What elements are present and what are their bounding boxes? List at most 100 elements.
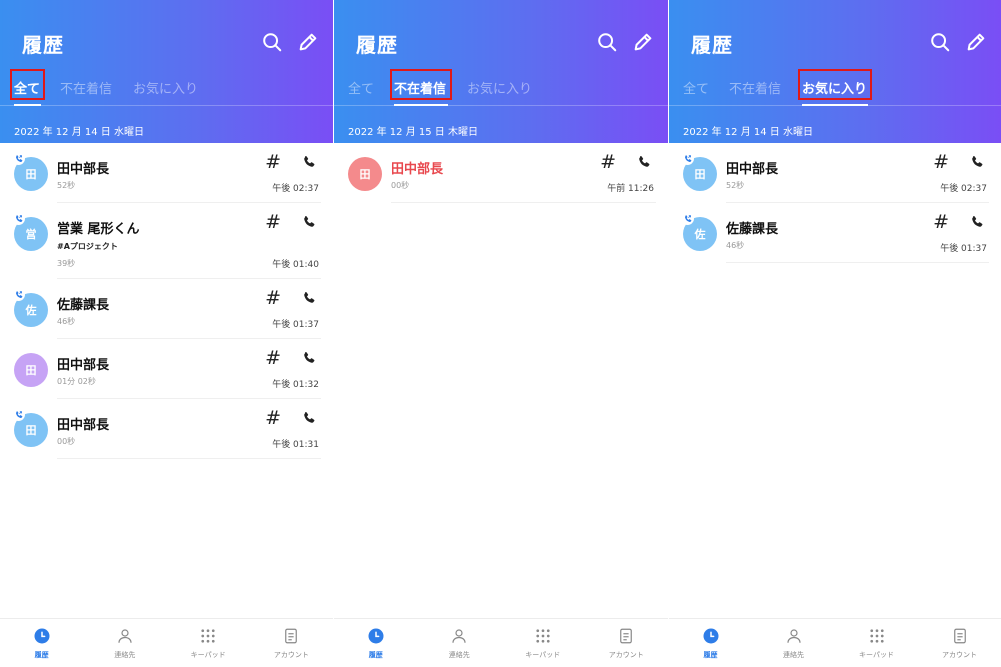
contact-name: 佐藤課長 (726, 222, 779, 237)
person-icon (452, 629, 466, 643)
nav-item-account[interactable]: アカウント (918, 619, 1001, 667)
nav-item-account[interactable]: アカウント (250, 619, 333, 667)
tab-all[interactable]: 全て (683, 78, 709, 97)
nav-item-account[interactable]: アカウント (585, 619, 669, 667)
outgoing-call-badge (12, 212, 25, 225)
tab-favorites[interactable]: お気に入り (467, 78, 532, 97)
tab-all[interactable]: 全て (348, 78, 374, 97)
keypad-icon (201, 629, 215, 643)
nav-label: キーパッド (525, 651, 561, 659)
nav-item-contacts[interactable]: 連絡先 (418, 619, 502, 667)
avatar: 田 (14, 353, 48, 387)
history-screen-2: 履歴 全て 不在着信 お気に入り 2022 年 12 月 15 日 木曜日 田田中部… (334, 0, 668, 667)
bottom-nav: 履歴 連絡先 キーパッド アカウント (0, 618, 333, 667)
tab-missed[interactable]: 不在着信 (729, 78, 781, 97)
phone-icon[interactable] (636, 154, 652, 170)
contact-name: 佐藤課長 (57, 298, 110, 313)
call-tag: #Aプロジェクト (57, 242, 118, 251)
tab-favorites[interactable]: お気に入り (133, 78, 198, 97)
phone-icon[interactable] (301, 350, 317, 366)
nav-item-history[interactable]: 履歴 (0, 619, 83, 667)
phone-icon[interactable] (301, 290, 317, 306)
search-icon[interactable] (929, 31, 951, 53)
list-item[interactable]: 田田中部長 01分 02秒 # 午後 01:32 (14, 339, 321, 399)
date-header: 2022 年 12 月 14 日 水曜日 (683, 127, 813, 138)
nav-label: アカウント (942, 651, 977, 659)
highlight-box (390, 69, 452, 100)
list-item[interactable]: 営営業 尾形くん #Aプロジェクト 39秒 # 午後 01:40 (12, 203, 321, 279)
tab-missed[interactable]: 不在着信 (60, 78, 112, 97)
hash-button[interactable]: # (265, 287, 281, 309)
nav-label: アカウント (608, 651, 644, 659)
call-duration: 01分 02秒 (57, 377, 96, 386)
tab-bar: 全て 不在着信 お気に入り (669, 68, 1001, 106)
screenshot-stage: 履歴 全て 不在着信 お気に入り 2022 年 12 月 14 日 水曜日 田田中部… (0, 0, 1001, 667)
outgoing-call-icon (15, 214, 22, 222)
nav-item-keypad[interactable]: キーパッド (167, 619, 250, 667)
page-title: 履歴 (22, 33, 64, 57)
phone-icon[interactable] (301, 154, 317, 170)
hash-button[interactable]: # (600, 151, 616, 173)
bottom-nav: 履歴 連絡先 キーパッド アカウント (334, 618, 668, 667)
nav-item-keypad[interactable]: キーパッド (835, 619, 918, 667)
search-icon[interactable] (261, 31, 283, 53)
keypad-icon (536, 629, 550, 643)
contact-name: 田中部長 (57, 418, 110, 433)
list-item[interactable]: 田田中部長 00秒 # 午後 01:31 (12, 399, 321, 459)
call-history-list: 田田中部長 52秒 # 午後 02:37 営営業 尾形くん #Aプロジェクト 39秒 # 午後 … (0, 143, 333, 459)
phone-icon[interactable] (301, 410, 317, 426)
hash-button[interactable]: # (265, 347, 281, 369)
nav-item-history[interactable]: 履歴 (669, 619, 752, 667)
hash-button[interactable]: # (265, 151, 281, 173)
list-item[interactable]: 田田中部長 52秒 # 午後 02:37 (12, 143, 321, 203)
nav-label: 連絡先 (114, 651, 136, 659)
phone-icon[interactable] (301, 214, 317, 230)
hash-button[interactable]: # (933, 211, 949, 233)
contact-name: 田中部長 (57, 358, 110, 373)
pencil-icon[interactable] (965, 31, 987, 53)
call-time: 午後 01:37 (940, 244, 987, 254)
call-duration: 39秒 (57, 259, 76, 268)
list-item[interactable]: 佐佐藤課長 46秒 # 午後 01:37 (681, 203, 989, 263)
outgoing-call-badge (12, 408, 25, 421)
hash-button[interactable]: # (933, 151, 949, 173)
nav-label: 連絡先 (783, 651, 804, 659)
list-item[interactable]: 田田中部長 00秒 # 午前 11:26 (348, 143, 656, 203)
avatar: 田 (348, 157, 382, 191)
nav-item-keypad[interactable]: キーパッド (501, 619, 585, 667)
call-time: 午後 02:37 (272, 184, 319, 194)
outgoing-call-icon (15, 410, 22, 418)
pencil-icon[interactable] (632, 31, 654, 53)
header: 履歴 全て 不在着信 お気に入り 2022 年 12 月 14 日 水曜日 (0, 0, 333, 143)
outgoing-call-badge (681, 152, 694, 165)
call-time: 午後 01:31 (272, 440, 319, 450)
phone-icon[interactable] (969, 214, 985, 230)
pencil-icon[interactable] (297, 31, 319, 53)
nav-item-contacts[interactable]: 連絡先 (83, 619, 166, 667)
history-screen-3: 履歴 全て 不在着信 お気に入り 2022 年 12 月 14 日 水曜日 田田中部… (669, 0, 1001, 667)
list-item[interactable]: 佐佐藤課長 46秒 # 午後 01:37 (12, 279, 321, 339)
contact-name: 田中部長 (391, 162, 444, 177)
keypad-icon (869, 629, 884, 643)
history-clock-icon (703, 628, 718, 644)
phone-icon[interactable] (969, 154, 985, 170)
hash-button[interactable]: # (265, 211, 281, 233)
call-time: 午後 01:37 (272, 320, 319, 330)
history-screen-1: 履歴 全て 不在着信 お気に入り 2022 年 12 月 14 日 水曜日 田田中部… (0, 0, 333, 667)
nav-item-history[interactable]: 履歴 (334, 619, 418, 667)
call-time: 午後 01:32 (272, 380, 319, 390)
divider (334, 105, 668, 106)
call-duration: 46秒 (57, 317, 76, 326)
call-duration: 52秒 (57, 181, 76, 190)
nav-item-contacts[interactable]: 連絡先 (752, 619, 835, 667)
highlight-box (798, 69, 872, 100)
nav-label: 連絡先 (448, 651, 470, 659)
date-header: 2022 年 12 月 14 日 水曜日 (14, 127, 144, 138)
nav-label: 履歴 (34, 651, 49, 659)
search-icon[interactable] (596, 31, 618, 53)
divider (0, 105, 333, 106)
hash-button[interactable]: # (265, 407, 281, 429)
nav-label: キーパッド (190, 651, 226, 659)
account-document-icon (953, 628, 966, 644)
list-item[interactable]: 田田中部長 52秒 # 午後 02:37 (681, 143, 989, 203)
